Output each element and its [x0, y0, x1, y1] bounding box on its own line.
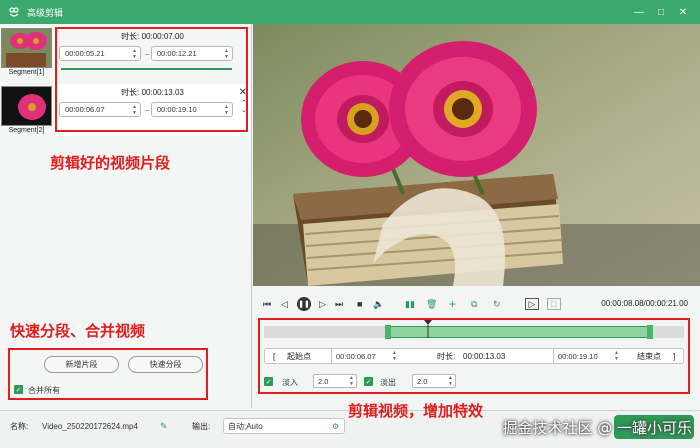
- left-panel: Segment[1] Segment[2] 时长: 00:00:07.00 00…: [0, 24, 252, 408]
- edit-pencil-icon[interactable]: ✎: [160, 421, 168, 432]
- annotation-box-segments: [55, 27, 248, 132]
- watermark-text: 掘金技术社区 @ 一罐小可乐: [502, 419, 692, 437]
- skip-start-icon[interactable]: ⏮: [263, 298, 271, 310]
- title-bar: 高级剪辑 — □ ✕: [0, 0, 700, 24]
- segment-caption: Segment[2]: [8, 127, 45, 134]
- window-title: 高级剪辑: [27, 7, 64, 18]
- name-label: 名称:: [10, 422, 29, 431]
- mark-in-icon[interactable]: ▷: [525, 298, 539, 310]
- step-back-icon[interactable]: ◁: [281, 298, 288, 310]
- reset-icon[interactable]: ↻: [493, 298, 501, 310]
- playback-timecode: 00:00:08.08/00:00:21.00: [601, 299, 688, 308]
- delete-icon[interactable]: 🗑: [426, 298, 437, 310]
- playback-controls: ⏮ ◁ ❚❚ ▷ ⏭ ■ 🔈 ▮▮ 🗑 + ⧉ ↻ ▷ □ 00:00:08.0…: [253, 294, 700, 314]
- annotation-box-effects: [258, 318, 690, 394]
- name-field[interactable]: Video_250220172624.mp4: [38, 418, 168, 434]
- output-label: 输出:: [192, 422, 211, 431]
- minimize-button[interactable]: —: [628, 0, 650, 24]
- video-preview[interactable]: [253, 24, 700, 286]
- quick-split-button[interactable]: 快速分段: [128, 356, 203, 373]
- thumbnail-image: [1, 86, 52, 126]
- add-segment-button[interactable]: 新增片段: [44, 356, 119, 373]
- step-forward-icon[interactable]: ▷: [319, 298, 326, 310]
- pause-icon[interactable]: ❚❚: [297, 297, 311, 311]
- close-button[interactable]: ✕: [672, 0, 694, 24]
- annotation-segments-text: 剪辑好的视频片段: [50, 154, 171, 172]
- annotation-effects-text: 剪辑视频，增加特效: [348, 402, 484, 420]
- stop-icon[interactable]: ■: [357, 298, 362, 310]
- app-logo-icon: [7, 5, 21, 19]
- segment-thumbnail-1[interactable]: Segment[1]: [1, 28, 52, 80]
- maximize-button[interactable]: □: [650, 0, 672, 24]
- add-icon[interactable]: +: [449, 297, 456, 311]
- merge-all-label: 合并所有: [28, 386, 60, 395]
- thumbnail-image: [1, 28, 52, 68]
- settings-gear-icon[interactable]: ⚙: [332, 422, 339, 431]
- skip-end-icon[interactable]: ⏭: [335, 298, 343, 310]
- segment-thumbnail-2[interactable]: Segment[2]: [1, 86, 52, 138]
- mark-out-icon[interactable]: □: [547, 298, 561, 310]
- split-icon[interactable]: ▮▮: [405, 298, 415, 310]
- segment-caption: Segment[1]: [8, 69, 45, 76]
- annotation-split-text: 快速分段、合并视频: [10, 322, 146, 340]
- copy-icon[interactable]: ⧉: [471, 298, 477, 310]
- volume-icon[interactable]: 🔈: [373, 298, 384, 310]
- merge-all-checkbox[interactable]: ✓: [14, 385, 23, 394]
- output-select[interactable]: 自动;Auto ⚙: [223, 418, 345, 434]
